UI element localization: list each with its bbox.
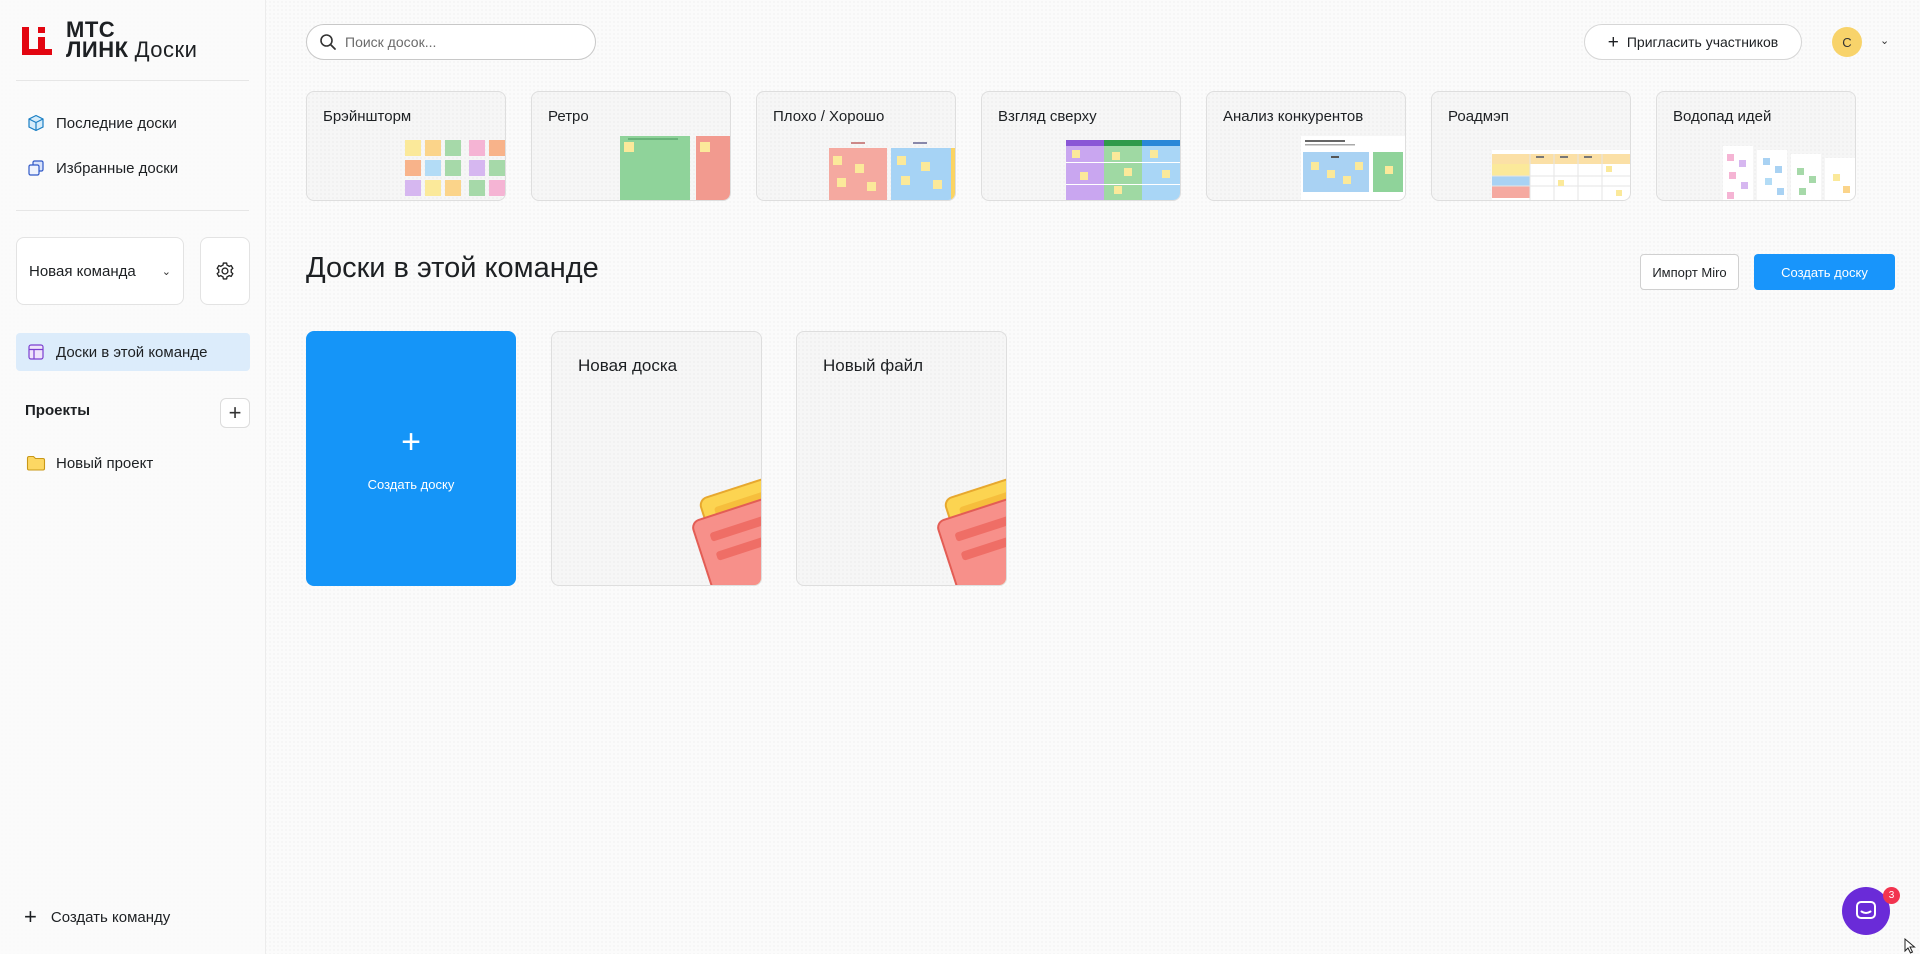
- team-select[interactable]: Новая команда ⌄: [16, 237, 184, 305]
- sidebar-item-project[interactable]: Новый проект: [16, 444, 250, 482]
- template-preview: [1492, 150, 1630, 200]
- template-competitor-analysis[interactable]: Анализ конкурентов: [1206, 91, 1406, 201]
- create-label: Создать доску: [1781, 264, 1868, 280]
- invite-participants-button[interactable]: + Пригласить участников: [1584, 24, 1802, 60]
- add-project-button[interactable]: +: [220, 398, 250, 428]
- notification-badge: 3: [1883, 887, 1900, 904]
- template-label: Взгляд сверху: [998, 108, 1097, 125]
- template-retro[interactable]: Ретро: [531, 91, 731, 201]
- sidebar-item-label: Последние доски: [56, 114, 177, 132]
- template-label: Брэйншторм: [323, 108, 412, 125]
- avatar[interactable]: С: [1832, 27, 1862, 57]
- invite-label: Пригласить участников: [1626, 34, 1779, 50]
- board-card[interactable]: Новый файл: [796, 331, 1007, 586]
- template-preview: [405, 140, 505, 196]
- template-brainstorm[interactable]: Брэйншторм: [306, 91, 506, 201]
- board-card[interactable]: Новая доска: [551, 331, 762, 586]
- template-preview: [1066, 140, 1180, 200]
- import-label: Импорт Miro: [1652, 264, 1727, 280]
- sidebar-item-recent-boards[interactable]: Последние доски: [16, 104, 250, 142]
- template-preview: [620, 136, 730, 200]
- template-roadmap[interactable]: Роадмэп: [1431, 91, 1631, 201]
- avatar-initial: С: [1842, 34, 1852, 50]
- page-title: Доски в этой команде: [306, 252, 599, 284]
- template-preview: [829, 142, 955, 200]
- sidebar-item-favorite-boards[interactable]: Избранные доски: [16, 149, 250, 187]
- brand-logo[interactable]: МТС ЛИНК Доски: [20, 19, 198, 62]
- board-thumbnail: [692, 473, 761, 585]
- divider: [16, 80, 249, 81]
- template-preview: [1301, 136, 1405, 200]
- brand-product: Доски: [134, 37, 198, 62]
- divider: [16, 210, 249, 211]
- template-label: Ретро: [548, 108, 589, 125]
- template-label: Водопад идей: [1673, 108, 1772, 125]
- chat-icon: [1856, 901, 1876, 919]
- folder-icon: [26, 453, 46, 473]
- create-team-button[interactable]: + Создать команду: [24, 906, 170, 928]
- board-thumbnail: [937, 473, 1006, 585]
- template-label: Роадмэп: [1448, 108, 1509, 125]
- projects-title: Проекты: [25, 402, 91, 419]
- board-layout-icon: [26, 342, 46, 362]
- search-input[interactable]: [345, 34, 575, 50]
- brand-line2: ЛИНК: [66, 37, 129, 62]
- team-select-value: Новая команда: [29, 262, 136, 280]
- plus-icon: +: [228, 400, 242, 425]
- search-box[interactable]: [306, 24, 596, 60]
- chevron-down-icon: ⌄: [161, 265, 171, 278]
- template-idea-waterfall[interactable]: Водопад идей: [1656, 91, 1856, 201]
- cube-icon: [26, 113, 46, 133]
- mts-logo-icon: [22, 27, 52, 55]
- template-top-view[interactable]: Взгляд сверху: [981, 91, 1181, 201]
- template-preview: [1723, 146, 1855, 200]
- template-bad-good[interactable]: Плохо / Хорошо: [756, 91, 956, 201]
- create-card-label: Создать доску: [367, 477, 455, 492]
- gear-icon: [216, 262, 234, 280]
- mouse-cursor-icon: [1904, 938, 1916, 954]
- search-icon: [320, 34, 336, 50]
- plus-icon: +: [24, 904, 37, 929]
- board-title: Новый файл: [823, 356, 924, 375]
- sidebar-item-label: Избранные доски: [56, 159, 179, 177]
- template-label: Плохо / Хорошо: [773, 108, 885, 125]
- board-title: Новая доска: [578, 356, 678, 375]
- template-label: Анализ конкурентов: [1223, 108, 1364, 125]
- sidebar-item-label: Доски в этой команде: [56, 343, 208, 361]
- sidebar-item-label: Новый проект: [56, 454, 154, 472]
- sidebar: МТС ЛИНК Доски Последние доски Избранные …: [0, 0, 266, 954]
- team-settings-button[interactable]: [200, 237, 250, 305]
- chevron-down-icon[interactable]: ⌄: [1880, 34, 1889, 47]
- plus-icon: +: [401, 423, 421, 461]
- import-miro-button[interactable]: Импорт Miro: [1640, 254, 1739, 290]
- plus-icon: +: [1607, 31, 1619, 53]
- create-board-button[interactable]: Создать доску: [1754, 254, 1895, 290]
- create-team-label: Создать команду: [50, 908, 171, 926]
- sidebar-item-team-boards[interactable]: Доски в этой команде: [16, 333, 250, 371]
- stack-icon: [26, 158, 46, 178]
- create-board-card[interactable]: + Создать доску: [306, 331, 516, 586]
